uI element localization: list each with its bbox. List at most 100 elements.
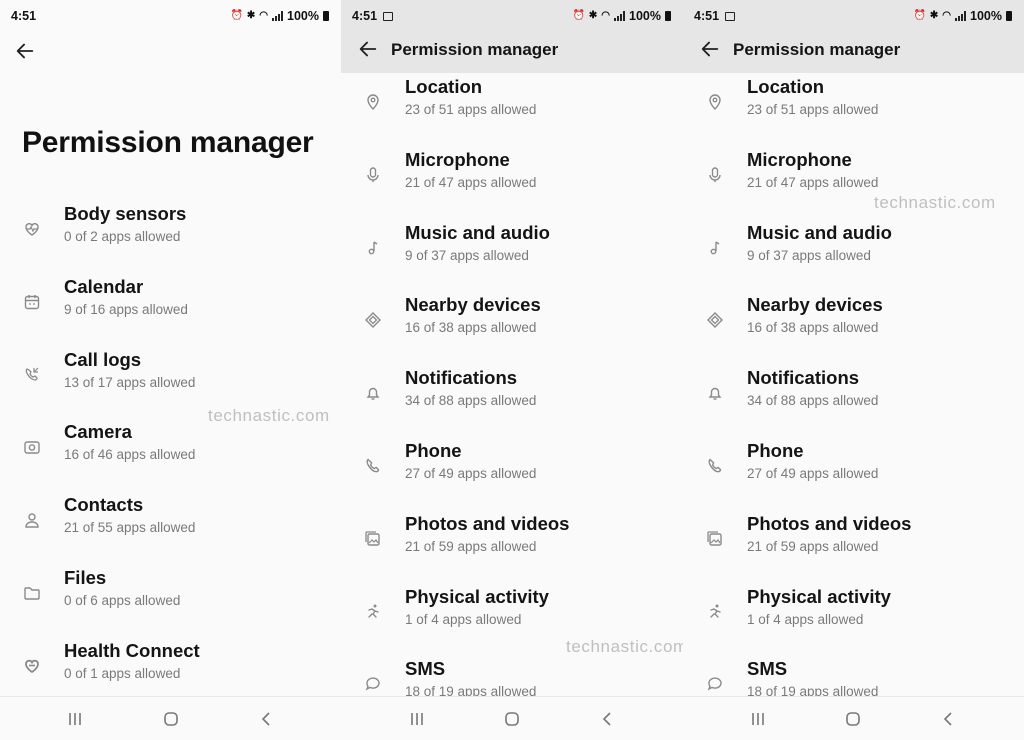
phone-icon — [705, 456, 725, 476]
photos-icon — [705, 529, 725, 549]
list-item[interactable]: Phone 27 of 49 apps allowed — [683, 440, 1024, 510]
list-item[interactable]: Nearby devices 16 of 38 apps allowed — [683, 294, 1024, 364]
item-title: Location — [405, 76, 483, 97]
screen-permission-manager-2: Location 23 of 51 apps allowed Microphone 2… — [341, 0, 683, 740]
status-time: 4:51 — [694, 9, 720, 23]
battery-icon — [1006, 11, 1012, 21]
screen-permission-manager-3: Location 23 of 51 apps allowed Microphone 2… — [683, 0, 1024, 740]
bluetooth-icon: ✱ — [246, 10, 256, 21]
list-item[interactable]: Photos and videos 21 of 59 apps allowed — [341, 513, 683, 583]
navigation-bar — [0, 696, 341, 740]
item-subtitle: 21 of 55 apps allowed — [64, 520, 196, 536]
location-icon — [363, 92, 383, 112]
signal-icon — [955, 11, 967, 21]
item-title: Phone — [405, 440, 462, 461]
list-item[interactable]: Nearby devices 16 of 38 apps allowed — [341, 294, 683, 364]
recents-icon[interactable] — [407, 709, 427, 729]
bell-icon — [705, 383, 725, 403]
status-bar: 4:51 ⏰ ✱ ◠ 100% — [0, 0, 341, 32]
item-title: Call logs — [64, 348, 142, 370]
item-title: Microphone — [747, 148, 852, 170]
item-subtitle: 21 of 47 apps allowed — [747, 174, 879, 190]
music-icon — [363, 238, 383, 258]
list-item[interactable]: Photos and videos 21 of 59 apps allowed — [683, 513, 1024, 583]
back-arrow-icon[interactable] — [699, 38, 723, 60]
item-subtitle: 16 of 38 apps allowed — [747, 320, 879, 336]
sms-icon — [363, 674, 383, 694]
recents-icon[interactable] — [748, 709, 768, 729]
list-item[interactable]: Files 0 of 6 apps allowed — [0, 567, 341, 637]
item-subtitle: 27 of 49 apps allowed — [405, 466, 537, 481]
item-title: Files — [64, 567, 107, 588]
list-item[interactable]: Phone 27 of 49 apps allowed — [341, 440, 683, 510]
item-subtitle: 27 of 49 apps allowed — [747, 466, 879, 481]
nearby-icon — [705, 310, 725, 330]
gallery-notification-icon — [383, 11, 394, 21]
health-icon — [22, 656, 42, 676]
signal-icon — [614, 11, 626, 21]
watermark: technastic.com — [874, 193, 996, 212]
back-arrow-icon[interactable] — [357, 38, 381, 60]
app-bar: 4:51 ⏰ ✱ ◠ 100% Permission manager — [683, 0, 1024, 73]
list-item[interactable]: Body sensors 0 of 2 apps allowed — [0, 203, 341, 273]
sms-icon — [705, 674, 725, 694]
alarm-icon: ⏰ — [572, 10, 585, 21]
item-title: Music and audio — [405, 221, 550, 243]
page-title: Permission manager — [733, 40, 901, 59]
item-subtitle: 16 of 38 apps allowed — [405, 320, 537, 336]
heart-icon — [22, 219, 42, 239]
list-item[interactable]: Music and audio 9 of 37 apps allowed — [683, 222, 1024, 292]
item-subtitle: 0 of 1 apps allowed — [64, 665, 181, 681]
item-subtitle: 23 of 51 apps allowed — [747, 102, 879, 117]
list-item[interactable]: Location 23 of 51 apps allowed — [683, 76, 1024, 146]
list-item[interactable]: Location 23 of 51 apps allowed — [341, 76, 683, 146]
status-time: 4:51 — [11, 9, 37, 23]
wifi-icon: ◠ — [259, 10, 269, 21]
list-item[interactable]: Physical activity 1 of 4 apps allowed — [683, 586, 1024, 656]
activity-icon — [363, 602, 383, 622]
item-title: Contacts — [64, 494, 144, 516]
battery-icon — [665, 11, 671, 21]
recents-icon[interactable] — [65, 709, 85, 729]
bluetooth-icon: ✱ — [929, 10, 939, 21]
list-item[interactable]: Calendar 9 of 16 apps allowed — [0, 276, 341, 346]
battery-percent: 100% — [629, 9, 661, 23]
back-nav-icon[interactable] — [257, 709, 277, 729]
battery-percent: 100% — [287, 9, 319, 23]
list-item[interactable]: Contacts 21 of 55 apps allowed — [0, 494, 341, 564]
back-nav-icon[interactable] — [598, 709, 618, 729]
bluetooth-icon: ✱ — [588, 10, 598, 21]
photos-icon — [363, 529, 383, 549]
list-item[interactable]: Notifications 34 of 88 apps allowed — [341, 367, 683, 437]
item-subtitle: 0 of 2 apps allowed — [64, 229, 181, 244]
list-item[interactable]: Notifications 34 of 88 apps allowed — [683, 367, 1024, 437]
calendar-icon — [22, 292, 42, 312]
item-subtitle: 34 of 88 apps allowed — [405, 393, 537, 409]
item-subtitle: 1 of 4 apps allowed — [405, 611, 522, 627]
item-title: Physical activity — [405, 585, 549, 607]
item-title: Phone — [747, 440, 804, 461]
item-subtitle: 23 of 51 apps allowed — [405, 102, 537, 117]
home-icon[interactable] — [843, 709, 863, 729]
item-subtitle: 16 of 46 apps allowed — [64, 447, 196, 463]
battery-icon — [323, 11, 329, 21]
item-subtitle: 9 of 37 apps allowed — [747, 247, 871, 263]
alarm-icon: ⏰ — [230, 10, 243, 21]
signal-icon — [272, 11, 284, 21]
item-title: Calendar — [64, 275, 144, 297]
item-title: Photos and videos — [405, 512, 570, 534]
person-icon — [22, 510, 42, 530]
page-title: Permission manager — [22, 126, 314, 159]
back-nav-icon[interactable] — [939, 709, 959, 729]
alarm-icon: ⏰ — [913, 10, 926, 21]
list-item[interactable]: Music and audio 9 of 37 apps allowed — [341, 222, 683, 292]
wifi-icon: ◠ — [942, 10, 952, 21]
home-icon[interactable] — [161, 709, 181, 729]
item-title: Camera — [64, 421, 132, 443]
home-icon[interactable] — [502, 709, 522, 729]
list-item[interactable]: Microphone 21 of 47 apps allowed — [341, 149, 683, 219]
wifi-icon: ◠ — [601, 10, 611, 21]
list-item[interactable]: Camera 16 of 46 apps allowed — [0, 421, 341, 491]
item-title: Photos and videos — [747, 512, 912, 534]
back-arrow-icon[interactable] — [14, 40, 38, 62]
